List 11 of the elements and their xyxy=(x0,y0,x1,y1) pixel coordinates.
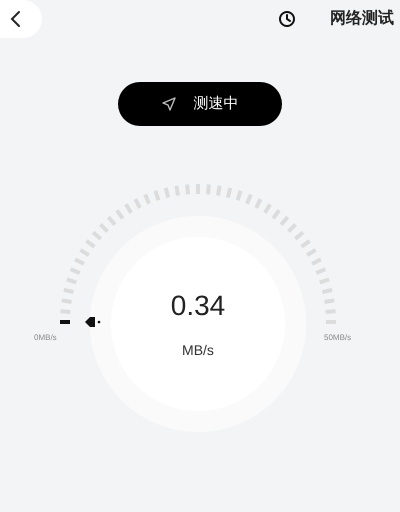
page-title: 网络测试 xyxy=(330,8,394,29)
back-icon xyxy=(8,10,22,28)
max-speed-label: 50MB/s xyxy=(324,332,352,344)
gauge-pointer-icon xyxy=(84,316,102,328)
min-speed-label: 0MB/s xyxy=(34,332,57,344)
back-button[interactable] xyxy=(0,0,42,38)
speed-unit: MB/s xyxy=(182,340,214,360)
navigation-arrow-icon xyxy=(162,97,176,111)
testing-status-button[interactable]: 测速中 xyxy=(118,82,282,126)
speed-value: 0.34 xyxy=(170,292,226,320)
history-icon[interactable] xyxy=(278,10,296,28)
